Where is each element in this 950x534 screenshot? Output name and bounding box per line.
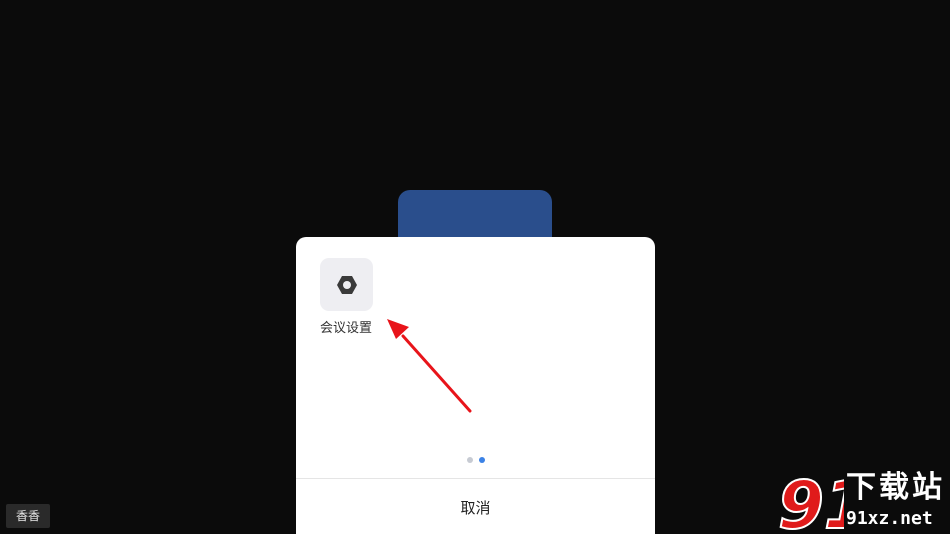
watermark-logo: 91 — [778, 470, 844, 534]
meeting-settings-icon-box[interactable] — [320, 258, 373, 311]
cancel-button[interactable]: 取消 — [296, 479, 655, 534]
page-dot-1[interactable] — [466, 457, 473, 463]
meeting-settings-label: 会议设置 — [320, 321, 373, 336]
watermark-title: 下载站 — [846, 470, 945, 505]
site-watermark: 91 下载站 91xz.net — [778, 470, 950, 534]
more-actions-sheet: 会议设置 取消 — [296, 237, 655, 534]
watermark-logo-text: 91 — [778, 470, 844, 534]
page-dot-2[interactable] — [478, 457, 485, 463]
meeting-settings-button[interactable]: 会议设置 — [320, 258, 374, 337]
participant-name-tag: 香香 — [6, 504, 51, 528]
settings-hexagon-icon — [336, 275, 357, 294]
watermark-url: 91xz.net — [846, 508, 933, 529]
page-indicator — [296, 457, 655, 463]
